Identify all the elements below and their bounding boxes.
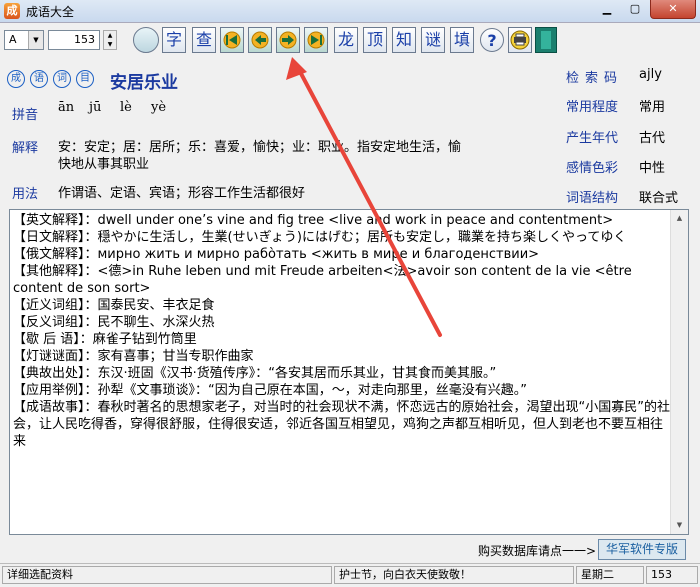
chevron-down-icon: ▼ [28,31,43,49]
detail-xiehouyu: 【歇 后 语】：麻雀子钻到竹筒里 [13,332,197,347]
ding-button[interactable]: 顶 [363,27,387,53]
printer-button[interactable] [508,27,532,53]
badge-ci: 词 [53,70,71,88]
zhi-button[interactable]: 知 [392,27,416,53]
prop-value-ganqing: 中性 [639,161,666,176]
prop-label-jiegou: 词语结构 [566,191,619,206]
badge-cheng: 成 [7,70,25,88]
prop-value-jiegou: 联合式 [639,191,679,206]
idiom-title: 安居乐业 [110,73,178,93]
app-icon: 成 [4,3,20,19]
globe-icon[interactable] [133,27,159,53]
detail-antonyms: 【反义词组】：民不聊生、水深火热 [13,315,215,330]
tian-button[interactable]: 填 [450,27,474,53]
detail-other: 【其他解释】：<德>in Ruhe leben und mit Freude a… [13,264,632,296]
detail-japanese: 【日文解释】：穏やかに生活し，生業(せいぎょう)にはげむ；居所も安定し，職業を持… [13,230,627,245]
status-bar: 详细选配资料 护士节，向白衣天使致敬！ 星期二 153 [0,563,700,587]
window-title: 成语大全 [26,5,75,19]
help-button[interactable]: ? [480,28,504,52]
last-icon [307,31,325,49]
vertical-scrollbar[interactable]: ▲ ▼ [670,210,688,534]
long-button[interactable]: 龙 [334,27,358,53]
pinyin-syllable: ān [58,100,75,115]
pinyin-syllable: lè [120,100,132,115]
minimize-button[interactable]: ▁ [594,0,620,18]
pinyin-syllable: yè [151,100,167,115]
huajun-button[interactable]: 华军软件专版 [598,539,686,560]
detail-synonyms: 【近义词组】：国泰民安、丰衣足食 [13,298,215,313]
details-content: 【英文解释】：dwell under one’s vine and fig tr… [13,212,671,450]
number-spinner[interactable]: ▲ ▼ [103,30,117,50]
status-day: 星期二 [576,566,644,584]
detail-story: 【成语故事】：春秋时著名的思想家老子，对当时的社会现状不满，怀恋远古的原始社会，… [13,400,670,449]
font-size-select[interactable]: A ▼ [4,30,44,50]
badge-mu: 目 [76,70,94,88]
yongfa-label: 用法 [12,187,39,202]
jieshi-label: 解释 [12,141,39,156]
buy-database-text: 购买数据库请点一一> [478,544,597,558]
maximize-button[interactable]: ▢ [622,0,648,18]
last-button[interactable] [304,27,328,53]
detail-example: 【应用举例】：孙犁《文事琐谈》：“因为自己原在本国，～，对走向那里，丝毫没有兴趣… [13,383,527,398]
status-message: 护士节，向白衣天使致敬！ [334,566,574,584]
scroll-up-icon[interactable]: ▲ [671,210,688,227]
scroll-down-icon[interactable]: ▼ [671,517,688,534]
pinyin-label: 拼音 [12,108,39,123]
prop-value-niandai: 古代 [639,131,666,146]
idiom-number-input[interactable]: 153 [48,30,100,50]
first-icon [223,31,241,49]
mi-button[interactable]: 谜 [421,27,445,53]
next-icon [279,31,297,49]
prop-value-changyong: 常用 [639,100,666,115]
book-icon[interactable] [535,27,557,53]
close-button[interactable]: ✕ [650,0,696,19]
detail-english: 【英文解释】：dwell under one’s vine and fig tr… [13,213,614,228]
previous-button[interactable] [248,27,272,53]
previous-icon [251,31,269,49]
jieshi-line2: 快地从事其职业 [58,157,150,172]
next-button[interactable] [276,27,300,53]
prop-label-changyong: 常用程度 [566,100,619,115]
badge-yu: 语 [30,70,48,88]
status-left: 详细选配资料 [2,566,332,584]
prop-label-niandai: 产生年代 [566,131,619,146]
zi-button[interactable]: 字 [162,27,186,53]
prop-label-ganqing: 感情色彩 [566,161,619,176]
pinyin-syllable: jū [89,100,102,115]
cha-button[interactable]: 查 [192,27,216,53]
first-button[interactable] [220,27,244,53]
yongfa-value: 作谓语、定语、宾语；形容工作生活都很好 [58,186,306,201]
detail-russian: 【俄文解释】：мирно жить и мирно рабо̀тать <жит… [13,247,540,262]
prop-value-jiansuoma: ajly [639,67,662,82]
detail-riddle: 【灯谜谜面】：家有喜事；甘当专职作曲家 [13,349,254,364]
detail-source: 【典故出处】：东汉·班固《汉书·货殖传序》：“各安其居而乐其业，甘其食而美其服。… [13,366,497,381]
title-bar: 成 成语大全 ▁ ▢ ✕ [0,0,700,23]
prop-label-jiansuoma: 检索码 [566,71,624,86]
details-textbox[interactable]: 【英文解释】：dwell under one’s vine and fig tr… [9,209,689,535]
idiom-header: 成 语 词 目 安居乐业 拼音 ān jū lè yè 解释 安：安定；居：居所… [0,60,700,208]
toolbar: A ▼ 153 ▲ ▼ 字 查 龙 顶 知 谜 填 ? [0,24,700,60]
printer-icon [510,30,530,50]
status-count: 153 [646,566,698,584]
